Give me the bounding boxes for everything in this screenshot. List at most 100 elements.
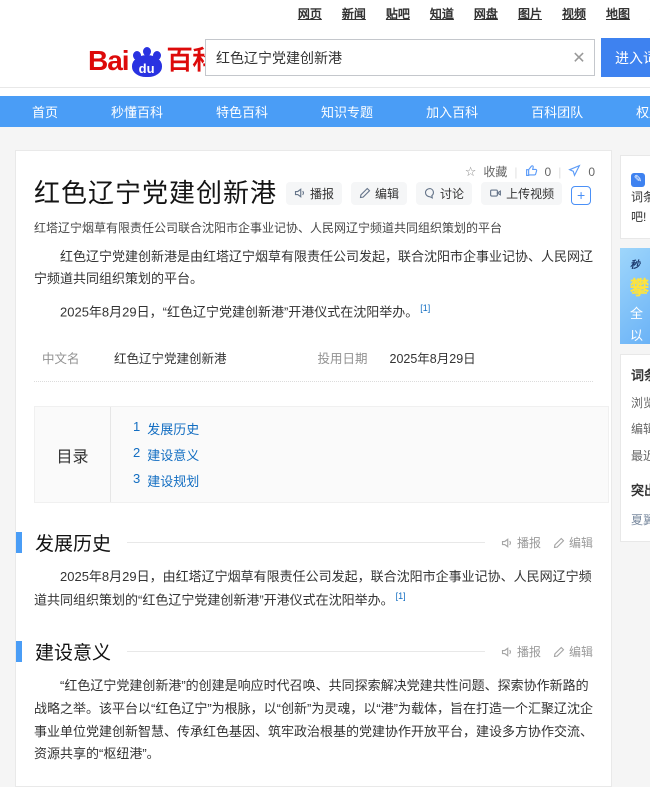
promo-text: 吧! bbox=[631, 210, 646, 224]
toc-number: 3 bbox=[133, 471, 140, 490]
stats-updated: 最近更新： bbox=[631, 446, 650, 466]
reference-link[interactable]: [1] bbox=[396, 591, 406, 601]
baidu-paw-icon: du bbox=[130, 47, 164, 77]
pencil-icon bbox=[553, 646, 565, 658]
divider: | bbox=[558, 165, 561, 179]
clear-search-icon[interactable]: ✕ bbox=[564, 48, 594, 68]
lead-paragraph: 2025年8月29日，“红色辽宁党建创新港”开港仪式在沈阳举办。[1] bbox=[34, 301, 593, 324]
baidu-baike-logo[interactable]: Bai du 百科 bbox=[88, 40, 219, 77]
edit-button[interactable]: 编辑 bbox=[351, 182, 407, 205]
title-row: 红色辽宁党建创新港 播报 编辑 讨论 上传视频 + bbox=[34, 179, 593, 208]
broadcast-label: 播报 bbox=[517, 534, 541, 551]
toc-title: 目录 bbox=[35, 407, 111, 502]
chat-icon bbox=[424, 187, 436, 199]
page-title: 红色辽宁党建创新港 bbox=[34, 179, 277, 208]
reference-link[interactable]: [1] bbox=[420, 303, 430, 313]
upload-video-button[interactable]: 上传视频 bbox=[481, 182, 562, 205]
article-card: ☆ 收藏 | 0 | 0 红色辽宁党建创新港 播报 编辑 讨论 上传视频 + 红… bbox=[15, 150, 612, 787]
section-paragraph: 2025年8月29日，由红塔辽宁烟草有限责任公司发起，联合沈阳市企事业记协、人民… bbox=[34, 566, 593, 612]
infobox-item-chinese-name: 中文名 红色辽宁党建创新港 bbox=[42, 348, 318, 367]
nav-item-topics[interactable]: 知识专题 bbox=[321, 102, 373, 121]
section-title: 建设意义 bbox=[35, 638, 111, 665]
toc-item-construction-significance[interactable]: 2 建设意义 bbox=[133, 445, 199, 464]
section-heading-row: 发展历史 播报 编辑 bbox=[34, 529, 593, 556]
logo-text-du: du bbox=[132, 61, 162, 76]
service-link-video[interactable]: 视频 bbox=[562, 5, 586, 22]
divider bbox=[127, 542, 485, 543]
edit-promo-box[interactable]: ✎ 词条 吧! bbox=[620, 155, 650, 239]
toc-number: 2 bbox=[133, 445, 140, 464]
speaker-icon bbox=[501, 646, 513, 658]
contributor-link[interactable]: 夏翼 bbox=[631, 510, 650, 530]
pencil-icon bbox=[359, 187, 371, 199]
article-subtitle: 红塔辽宁烟草有限责任公司联合沈阳市企事业记协、人民网辽宁频道共同组织策划的平台 bbox=[34, 219, 593, 236]
edit-label: 编辑 bbox=[375, 185, 399, 202]
collect-button[interactable]: 收藏 bbox=[483, 163, 507, 180]
search-input[interactable] bbox=[206, 50, 564, 66]
toc-item-construction-plan[interactable]: 3 建设规划 bbox=[133, 471, 199, 490]
star-icon: ☆ bbox=[465, 164, 477, 180]
section-marker bbox=[16, 532, 22, 553]
nav-item-featured[interactable]: 特色百科 bbox=[216, 102, 268, 121]
nav-item-home[interactable]: 首页 bbox=[32, 102, 58, 121]
edit-label: 编辑 bbox=[569, 643, 593, 660]
section-edit-button[interactable]: 编辑 bbox=[553, 643, 593, 660]
discuss-label: 讨论 bbox=[440, 185, 464, 202]
enter-entry-button[interactable]: 进入词条 bbox=[601, 38, 650, 77]
divider: | bbox=[514, 165, 517, 179]
pencil-icon bbox=[553, 537, 565, 549]
section-paragraph-text: 2025年8月29日，由红塔辽宁烟草有限责任公司发起，联合沈阳市企事业记协、人民… bbox=[34, 569, 592, 607]
section-development-history: 发展历史 播报 编辑 2025年8月29日，由红塔辽宁烟草有限责任公司发起，联合… bbox=[34, 529, 593, 612]
thumbs-up-icon[interactable] bbox=[525, 164, 538, 180]
section-broadcast-button[interactable]: 播报 bbox=[501, 534, 541, 551]
section-paragraph: “红色辽宁党建创新港”的创建是响应时代召唤、共同探索解决党建共性问题、探索协作新… bbox=[34, 675, 593, 766]
infobox: 中文名 红色辽宁党建创新港 投用日期 2025年8月29日 bbox=[34, 340, 593, 382]
search-box: ✕ bbox=[205, 39, 595, 76]
broadcast-button[interactable]: 播报 bbox=[286, 182, 342, 205]
nav-item-team[interactable]: 百科团队 bbox=[531, 102, 583, 121]
broadcast-label: 播报 bbox=[517, 643, 541, 660]
service-link-webpage[interactable]: 网页 bbox=[298, 5, 322, 22]
service-link-news[interactable]: 新闻 bbox=[342, 5, 366, 22]
infobox-item-launch-date: 投用日期 2025年8月29日 bbox=[318, 348, 594, 367]
service-link-tieba[interactable]: 贴吧 bbox=[386, 5, 410, 22]
lead-paragraph-text: 2025年8月29日，“红色辽宁党建创新港”开港仪式在沈阳举办。 bbox=[60, 304, 418, 319]
nav-item-join[interactable]: 加入百科 bbox=[426, 102, 478, 121]
section-title: 发展历史 bbox=[35, 529, 111, 556]
discuss-button[interactable]: 讨论 bbox=[416, 182, 472, 205]
logo-text-bai: Bai bbox=[88, 45, 129, 77]
service-link-zhidao[interactable]: 知道 bbox=[430, 5, 454, 22]
like-count[interactable]: 0 bbox=[545, 165, 552, 179]
baidu-services-links: 网页 新闻 贴吧 知道 网盘 图片 视频 地图 文库 bbox=[298, 5, 650, 22]
add-version-button[interactable]: + bbox=[571, 186, 591, 205]
section-construction-significance: 建设意义 播报 编辑 “红色辽宁党建创新港”的创建是响应时代召唤、共同探索解决党… bbox=[34, 638, 593, 766]
share-icon[interactable] bbox=[568, 164, 581, 180]
lead-paragraph-text: 红色辽宁党建创新港是由红塔辽宁烟草有限责任公司发起，联合沈阳市企事业记协、人民网… bbox=[34, 249, 593, 287]
banner-text: 全 bbox=[630, 303, 650, 322]
nav-item-miaodong[interactable]: 秒懂百科 bbox=[111, 102, 163, 121]
lead-paragraph: 红色辽宁党建创新港是由红塔辽宁烟草有限责任公司发起，联合沈阳市企事业记协、人民网… bbox=[34, 246, 593, 292]
article-actions: ☆ 收藏 | 0 | 0 bbox=[465, 163, 595, 180]
edit-label: 编辑 bbox=[569, 534, 593, 551]
promo-banner[interactable]: 秒 攀 全 以 bbox=[620, 248, 650, 344]
share-count[interactable]: 0 bbox=[588, 165, 595, 179]
banner-headline: 攀 bbox=[630, 273, 650, 300]
speaker-icon bbox=[501, 537, 513, 549]
section-broadcast-button[interactable]: 播报 bbox=[501, 643, 541, 660]
section-marker bbox=[16, 641, 22, 662]
service-link-maps[interactable]: 地图 bbox=[606, 5, 630, 22]
baike-nav: 首页 秒懂百科 特色百科 知识专题 加入百科 百科团队 权威合作 bbox=[0, 96, 650, 127]
toc-item-development-history[interactable]: 1 发展历史 bbox=[133, 419, 199, 438]
service-link-images[interactable]: 图片 bbox=[518, 5, 542, 22]
speaker-icon bbox=[294, 187, 306, 199]
entry-statistics-box: 词条统计 浏览次数： 编辑次数： 最近更新： 突出贡献榜 夏翼 bbox=[620, 354, 650, 542]
toc-label: 发展历史 bbox=[147, 419, 199, 438]
service-link-netdisk[interactable]: 网盘 bbox=[474, 5, 498, 22]
video-icon bbox=[489, 187, 502, 199]
section-edit-button[interactable]: 编辑 bbox=[553, 534, 593, 551]
right-sidebar: ✎ 词条 吧! 秒 攀 全 以 词条统计 浏览次数： 编辑次数： 最近更新： 突… bbox=[620, 155, 650, 542]
contributors-title: 突出贡献榜 bbox=[631, 480, 650, 502]
header-spacer bbox=[0, 88, 650, 96]
baidu-services-bar: 网页 新闻 贴吧 知道 网盘 图片 视频 地图 文库 bbox=[0, 0, 650, 28]
nav-item-cooperation[interactable]: 权威合作 bbox=[636, 102, 650, 121]
